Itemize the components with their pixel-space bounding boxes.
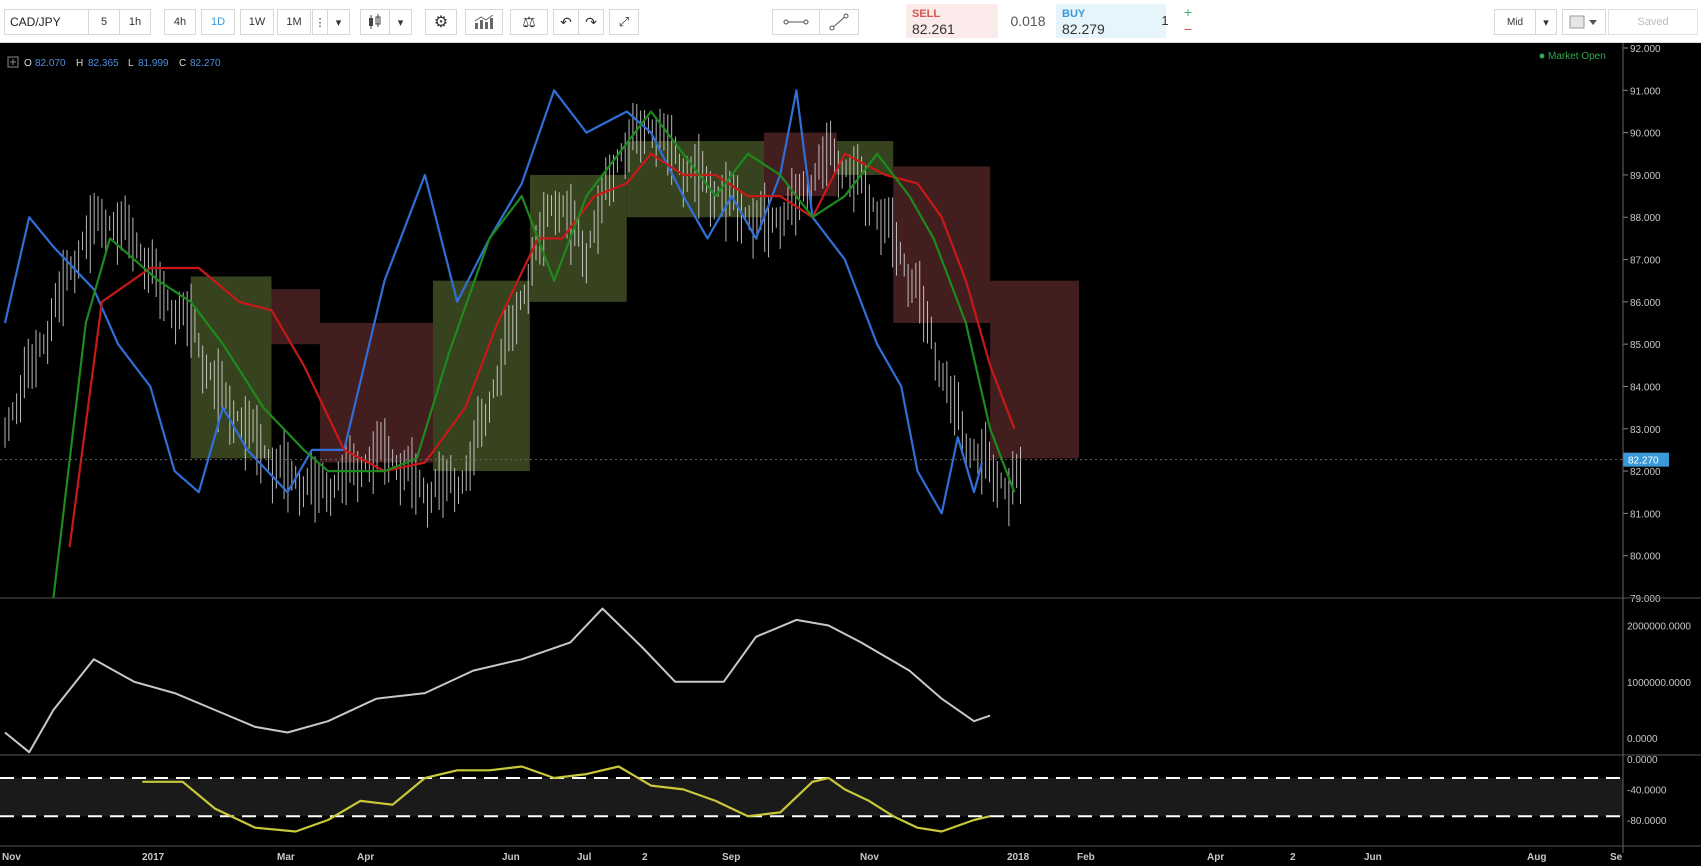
horizontal-line-glyph [783, 19, 809, 25]
timeframe-1h[interactable]: 1h [119, 9, 151, 35]
date-tick-label-11: Apr [1207, 852, 1224, 863]
cloud-segment-9 [990, 280, 1079, 459]
date-tick-label-8: Nov [860, 852, 879, 863]
undo-icon[interactable]: ↶ [553, 9, 579, 35]
price-tick-label-9: 83.000 [1630, 425, 1661, 436]
date-tick-label-5: Jul [577, 852, 592, 863]
oscillator-tick-label-0: 0.0000 [1627, 755, 1658, 766]
cloud-segment-1 [271, 289, 320, 345]
save-button[interactable]: Saved [1608, 9, 1698, 35]
quantity-decrease-button[interactable]: − [1180, 21, 1196, 37]
sell-label: SELL [912, 8, 941, 20]
date-tick-label-7: Sep [722, 852, 740, 863]
candlestick-icon[interactable] [360, 9, 390, 35]
candlestick-glyph [369, 14, 381, 29]
price-tick-label-7: 85.000 [1630, 340, 1661, 351]
timeframe-1d[interactable]: 1D [201, 9, 235, 35]
trend-line-icon[interactable] [819, 9, 859, 35]
price-tick-label-11: 81.000 [1630, 509, 1661, 520]
chart-toolbar: CAD/JPY 5 1h 4h 1D 1W 1M ⋮ ▾ ▾ ⚙ ⚖ ↶ ↷ ⤢… [0, 0, 1701, 43]
current-price-label: 82.270 [1628, 456, 1659, 467]
volume-panel [4, 607, 991, 754]
ohlc-readout: O 82.070 H 82.365 L 81.999 C 82.270 [7, 56, 221, 69]
color-swatch-glyph [1569, 15, 1597, 29]
price-tick-label-1: 91.000 [1630, 86, 1661, 97]
price-panel: 82.270 [0, 89, 1669, 599]
settings-icon[interactable]: ⚙ [425, 9, 457, 35]
balance-icon[interactable]: ⚖ [510, 9, 548, 35]
timeframe-1w[interactable]: 1W [240, 9, 274, 35]
ohlc-open-value: 82.070 [35, 58, 66, 69]
oscillator-panel [0, 765, 1623, 833]
spread-value: 0.018 [1010, 13, 1046, 29]
date-tick-label-1: 2017 [142, 852, 165, 863]
volume-tick-label-1: 1000000.0000 [1627, 678, 1691, 689]
indicators-glyph [474, 15, 494, 29]
dropdown-icon[interactable]: ▾ [327, 9, 350, 35]
redo-icon[interactable]: ↷ [578, 9, 604, 35]
market-status-label: Market Open [1548, 51, 1606, 62]
timeframe-1m[interactable]: 1M [277, 9, 311, 35]
price-tick-label-6: 86.000 [1630, 298, 1661, 309]
price-tick-label-8: 84.000 [1630, 382, 1661, 393]
cloud-segment-2 [319, 323, 433, 463]
oscillator-tick-label-1: -40.0000 [1627, 785, 1667, 796]
ohlc-close-value: 82.270 [190, 58, 221, 69]
volume-tick-label-0: 2000000.0000 [1627, 622, 1691, 633]
date-tick-label-0: Nov [2, 852, 21, 863]
price-tick-label-3: 89.000 [1630, 171, 1661, 182]
price-tick-label-4: 88.000 [1630, 213, 1661, 224]
date-tick-label-4: Jun [502, 852, 520, 863]
date-tick-label-13: Jun [1364, 852, 1382, 863]
date-tick-label-15: Se [1610, 852, 1623, 863]
sell-price: 82.261 [912, 21, 955, 37]
date-tick-label-3: Apr [357, 852, 374, 863]
timeframe-5[interactable]: 5 [88, 9, 120, 35]
date-tick-label-10: Feb [1077, 852, 1095, 863]
trend-line-glyph [829, 13, 849, 31]
price-tick-label-12: 80.000 [1630, 552, 1661, 563]
indicators-icon[interactable] [465, 9, 503, 35]
sell-button[interactable]: SELL 82.261 [906, 4, 998, 38]
price-tick-label-5: 87.000 [1630, 256, 1661, 267]
date-tick-label-6: 2 [642, 852, 648, 863]
market-status: Market Open [1539, 51, 1606, 62]
color-swatch-icon[interactable] [1562, 9, 1606, 35]
ohlc-close-label: C [179, 58, 186, 69]
price-mode-select[interactable]: Mid [1494, 9, 1536, 35]
price-tick-label-0: 92.000 [1630, 44, 1661, 55]
date-tick-label-9: 2018 [1007, 852, 1030, 863]
price-mode-dropdown-icon[interactable]: ▾ [1535, 9, 1557, 35]
more-icon[interactable]: ⋮ [312, 9, 328, 35]
volume-line [4, 607, 991, 754]
timeframe-4h[interactable]: 4h [164, 9, 196, 35]
price-tick-label-10: 82.000 [1630, 467, 1661, 478]
date-tick-label-14: Aug [1527, 852, 1546, 863]
market-status-dot [1539, 53, 1545, 59]
buy-button[interactable]: BUY 82.279 [1056, 4, 1166, 38]
oscillator-tick-label-2: -80.0000 [1627, 816, 1667, 827]
ohlc-low-value: 81.999 [138, 58, 169, 69]
ohlc-low-label: L [128, 58, 134, 69]
price-chart[interactable]: O 82.070 H 82.365 L 81.999 C 82.270 Mark… [0, 43, 1701, 866]
quantity-field[interactable]: 1 [1155, 13, 1175, 28]
buy-label: BUY [1062, 8, 1086, 20]
fullscreen-icon[interactable]: ⤢ [609, 9, 639, 35]
ohlc-open-label: O [24, 58, 32, 69]
volume-tick-label-2: 0.0000 [1627, 734, 1658, 745]
symbol-selector[interactable]: CAD/JPY [4, 9, 90, 35]
horizontal-line-icon[interactable] [772, 9, 820, 35]
date-tick-label-12: 2 [1290, 852, 1296, 863]
buy-price: 82.279 [1062, 21, 1105, 37]
date-tick-label-2: Mar [277, 852, 295, 863]
price-tick-label-2: 90.000 [1630, 129, 1661, 140]
quantity-increase-button[interactable]: + [1180, 4, 1196, 20]
ohlc-high-value: 82.365 [88, 58, 119, 69]
ohlc-high-label: H [76, 58, 83, 69]
chart-type-dropdown-icon[interactable]: ▾ [389, 9, 412, 35]
price-tick-label-13: 79.000 [1630, 594, 1661, 605]
